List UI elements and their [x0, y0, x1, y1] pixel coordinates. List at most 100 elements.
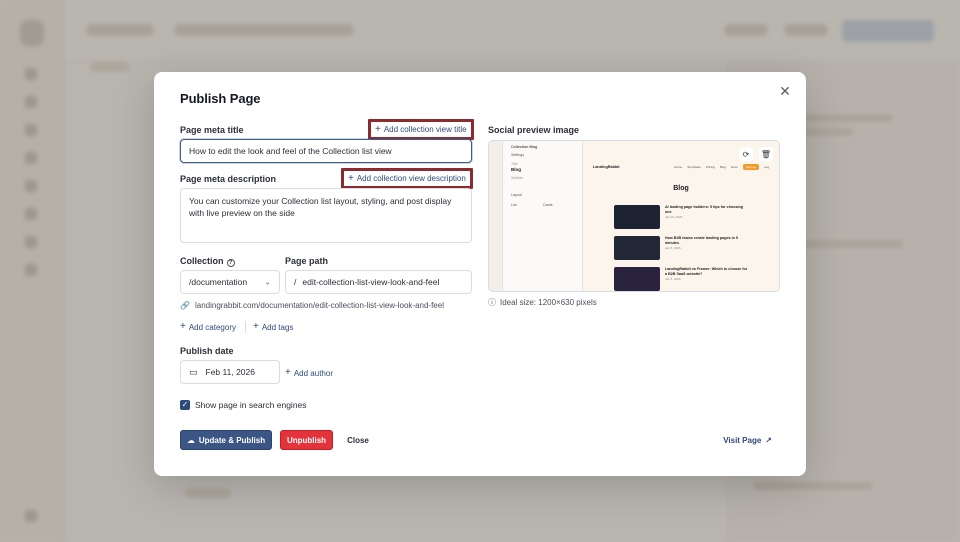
add-collection-view-title-highlight: + Add collection view title — [368, 119, 474, 140]
preview-panel-back: Settings — [511, 153, 524, 157]
preview-nav: LandingRabbit Home Templates Pricing Blo… — [593, 162, 769, 172]
preview-panel-title-label: Title — [511, 162, 518, 166]
chevron-down-icon: ⌄ — [264, 277, 271, 287]
preview-nav-link: Home — [674, 165, 683, 169]
meta-title-input[interactable]: How to edit the look and feel of the Col… — [180, 139, 472, 163]
add-author-link[interactable]: + Add author — [285, 368, 333, 378]
visit-page-label: Visit Page — [723, 435, 762, 445]
preview-nav-link: Docs — [730, 165, 738, 169]
meta-description-textarea[interactable]: You can customize your Collection list l… — [180, 188, 472, 243]
refresh-icon[interactable]: ⟳ — [739, 147, 753, 161]
trash-icon[interactable]: 🗑 — [759, 147, 773, 161]
preview-card-text: How B2B teams create landing pages in 5 … — [665, 236, 750, 260]
preview-card-title: How B2B teams create landing pages in 5 … — [665, 236, 738, 245]
meta-title-value: How to edit the look and feel of the Col… — [189, 146, 392, 156]
preview-nav-link: Blog — [719, 165, 726, 169]
visit-page-link[interactable]: Visit Page ↗ — [723, 430, 772, 450]
ideal-size-text: Ideal size: 1200×630 pixels — [500, 298, 597, 307]
collection-value: /documentation — [189, 277, 248, 287]
ideal-size-note: ⓘ Ideal size: 1200×630 pixels — [488, 297, 597, 308]
cloud-upload-icon: ☁ — [186, 435, 195, 445]
close-label: Close — [347, 435, 369, 445]
preview-panel-top: Collection Blog — [511, 145, 538, 149]
preview-card-thumbnail — [614, 236, 660, 260]
preview-icon-rail — [489, 141, 503, 291]
add-tags-link[interactable]: + Add tags — [253, 322, 293, 332]
preview-nav-cta: Sign up — [742, 164, 759, 170]
preview-nav-link: Templates — [687, 165, 701, 169]
social-preview-image[interactable]: Collection Blog Settings Title Blog Subt… — [488, 140, 780, 292]
preview-card: AI landing page builders: 5 tips for cho… — [614, 205, 764, 229]
preview-card-date: Jan 8, 2026 — [665, 246, 681, 250]
collection-select[interactable]: /documentation ⌄ — [180, 270, 280, 294]
preview-nav-link: Pricing — [705, 165, 715, 169]
preview-card: How B2B teams create landing pages in 5 … — [614, 236, 764, 260]
meta-description-label: Page meta description — [180, 174, 277, 184]
preview-panel-cards: Cards — [543, 203, 553, 207]
social-preview-label: Social preview image — [488, 125, 580, 135]
preview-panel-list: List — [511, 203, 517, 207]
add-collection-view-description-link[interactable]: + Add collection view description — [348, 172, 466, 184]
calendar-icon: ▭ — [189, 366, 198, 377]
update-publish-button[interactable]: ☁ Update & Publish — [180, 430, 272, 450]
add-collection-view-title-label: Add collection view title — [383, 125, 467, 134]
preview-card-date: Jan 10, 2026 — [665, 215, 683, 219]
close-button[interactable]: Close — [339, 430, 377, 450]
preview-card-text: LandingRabbit vs Framer: Which to choose… — [665, 267, 750, 291]
add-category-label: Add category — [188, 322, 236, 332]
plus-icon: + — [285, 367, 291, 378]
close-icon[interactable]: ✕ — [776, 82, 794, 100]
add-category-link[interactable]: + Add category — [180, 322, 236, 332]
preview-panel-title: Blog — [511, 167, 521, 172]
add-collection-view-title-link[interactable]: + Add collection view title — [375, 123, 467, 135]
external-link-icon: ↗ — [765, 435, 772, 445]
preview-heading: Blog — [673, 185, 689, 192]
add-collection-view-description-label: Add collection view description — [356, 174, 466, 183]
search-engines-checkbox[interactable]: ✓ — [180, 400, 190, 410]
meta-description-value: You can customize your Collection list l… — [189, 196, 452, 218]
preview-card-date: Jan 5, 2026 — [665, 277, 681, 281]
preview-card: LandingRabbit vs Framer: Which to choose… — [614, 267, 764, 291]
add-collection-view-description-highlight: + Add collection view description — [341, 168, 473, 189]
plus-icon: + — [375, 123, 381, 135]
divider — [245, 321, 246, 333]
preview-card-title: AI landing page builders: 5 tips for cho… — [665, 205, 744, 214]
page-path-label: Page path — [285, 256, 329, 266]
link-icon: 🔗 — [180, 301, 190, 310]
collection-label-text: Collection — [180, 256, 224, 266]
preview-logo: LandingRabbit — [593, 165, 620, 169]
plus-icon: + — [180, 321, 186, 332]
preview-card-thumbnail — [614, 267, 660, 291]
preview-settings-panel: Collection Blog Settings Title Blog Subt… — [503, 141, 583, 291]
page-path-prefix: / — [294, 277, 297, 287]
preview-card-title: LandingRabbit vs Framer: Which to choose… — [665, 267, 748, 276]
preview-panel-subtitle-label: Subtitle — [511, 176, 523, 180]
info-icon: ⓘ — [488, 298, 496, 307]
plus-icon: + — [348, 172, 354, 184]
preview-card-text: AI landing page builders: 5 tips for cho… — [665, 205, 750, 229]
full-url-text: landingrabbit.com/documentation/edit-col… — [194, 301, 444, 310]
page-path-input[interactable]: / edit-collection-list-view-look-and-fee… — [285, 270, 472, 294]
search-engines-label: Show page in search engines — [195, 400, 307, 410]
unpublish-label: Unpublish — [286, 435, 327, 445]
plus-icon: + — [253, 321, 259, 332]
modal-title: Publish Page — [180, 91, 261, 106]
full-url: 🔗 landingrabbit.com/documentation/edit-c… — [180, 301, 444, 310]
meta-title-label: Page meta title — [180, 125, 244, 135]
page-path-value: edit-collection-list-view-look-and-feel — [302, 277, 440, 287]
preview-nav-login: Log — [763, 165, 769, 169]
preview-nav-links: Home Templates Pricing Blog Docs Sign up… — [674, 164, 769, 170]
collection-label: Collection? — [180, 256, 235, 267]
add-author-label: Add author — [293, 368, 333, 378]
publish-page-modal: ✕ Publish Page Page meta title + Add col… — [154, 72, 806, 476]
update-publish-label: Update & Publish — [198, 435, 266, 445]
preview-tools: ⟳ 🗑 — [739, 147, 773, 161]
publish-date-value: Feb 11, 2026 — [205, 367, 255, 377]
unpublish-button[interactable]: Unpublish — [280, 430, 333, 450]
preview-card-thumbnail — [614, 205, 660, 229]
preview-panel-layout: Layout — [511, 193, 522, 197]
help-icon[interactable]: ? — [226, 259, 235, 267]
publish-date-picker[interactable]: ▭ Feb 11, 2026 — [180, 360, 280, 384]
add-tags-label: Add tags — [261, 322, 294, 332]
preview-website: LandingRabbit Home Templates Pricing Blo… — [583, 141, 779, 291]
